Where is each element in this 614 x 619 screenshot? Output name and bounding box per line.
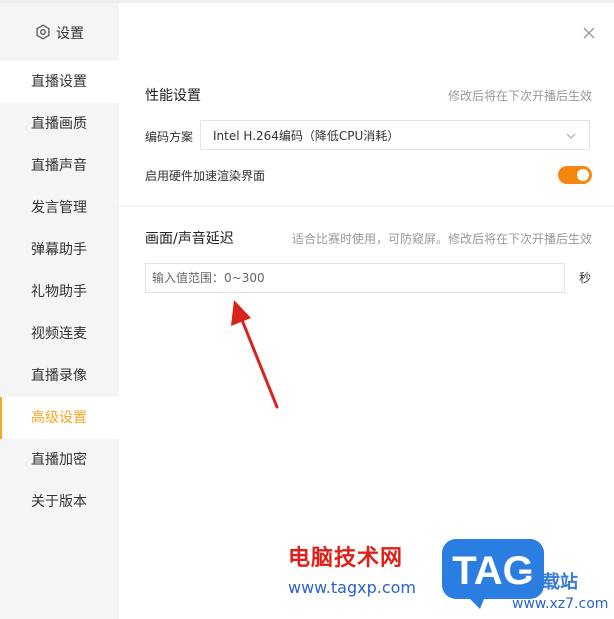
delay-unit: 秒 bbox=[579, 271, 592, 285]
sidebar-item-about-version[interactable]: 关于版本 bbox=[0, 481, 119, 523]
delay-section-title: 画面/声音延迟 bbox=[145, 231, 234, 247]
sidebar-item-advanced-settings[interactable]: 高级设置 bbox=[0, 397, 119, 439]
delay-section-hint: 适合比赛时使用，可防窥屏。修改后将在下次开播后生效 bbox=[291, 232, 592, 246]
sidebar-item-live-audio[interactable]: 直播声音 bbox=[0, 145, 119, 187]
sidebar-item-video-link[interactable]: 视频连麦 bbox=[0, 313, 119, 355]
performance-section-hint: 修改后将在下次开播后生效 bbox=[447, 89, 592, 103]
gear-icon bbox=[36, 24, 50, 40]
performance-section-title: 性能设置 bbox=[145, 88, 201, 104]
hw-accel-toggle[interactable] bbox=[558, 166, 592, 184]
watermark-site-text: 下载站 bbox=[524, 572, 578, 593]
toggle-knob bbox=[577, 169, 589, 181]
watermark-brand-text: 电脑技术网 bbox=[288, 546, 404, 571]
sidebar: 设置 直播设置 直播画质 直播声音 发言管理 弹幕助手 礼物助手 视频连麦 直播… bbox=[0, 3, 119, 619]
watermark-site-url: www.xz7.com bbox=[512, 596, 609, 612]
encoding-label: 编码方案 bbox=[145, 130, 194, 144]
sidebar-item-gift-assistant[interactable]: 礼物助手 bbox=[0, 271, 119, 313]
tag-logo-text: TAG bbox=[452, 549, 533, 593]
sidebar-header: 设置 bbox=[0, 3, 119, 61]
sidebar-item-live-settings[interactable]: 直播设置 bbox=[0, 61, 119, 103]
sidebar-item-live-recording[interactable]: 直播录像 bbox=[0, 355, 119, 397]
settings-content: 性能设置 修改后将在下次开播后生效 编码方案 Intel H.264编码（降低C… bbox=[119, 3, 614, 619]
sidebar-item-speech-management[interactable]: 发言管理 bbox=[0, 187, 119, 229]
encoding-select[interactable]: Intel H.264编码（降低CPU消耗） bbox=[200, 120, 590, 150]
sidebar-item-danmaku-assistant[interactable]: 弹幕助手 bbox=[0, 229, 119, 271]
sidebar-item-live-encryption[interactable]: 直播加密 bbox=[0, 439, 119, 481]
settings-window: 设置 直播设置 直播画质 直播声音 发言管理 弹幕助手 礼物助手 视频连麦 直播… bbox=[0, 0, 614, 619]
encoding-select-value: Intel H.264编码（降低CPU消耗） bbox=[213, 129, 400, 143]
chevron-down-icon bbox=[566, 133, 576, 139]
sidebar-list: 直播设置 直播画质 直播声音 发言管理 弹幕助手 礼物助手 视频连麦 直播录像 … bbox=[0, 61, 119, 523]
section-divider bbox=[119, 206, 614, 207]
delay-input[interactable] bbox=[145, 263, 565, 293]
watermark-url: www.tagxp.com bbox=[288, 578, 416, 597]
sidebar-title: 设置 bbox=[56, 26, 84, 42]
hw-accel-label: 启用硬件加速渲染界面 bbox=[145, 169, 266, 183]
sidebar-item-live-quality[interactable]: 直播画质 bbox=[0, 103, 119, 145]
